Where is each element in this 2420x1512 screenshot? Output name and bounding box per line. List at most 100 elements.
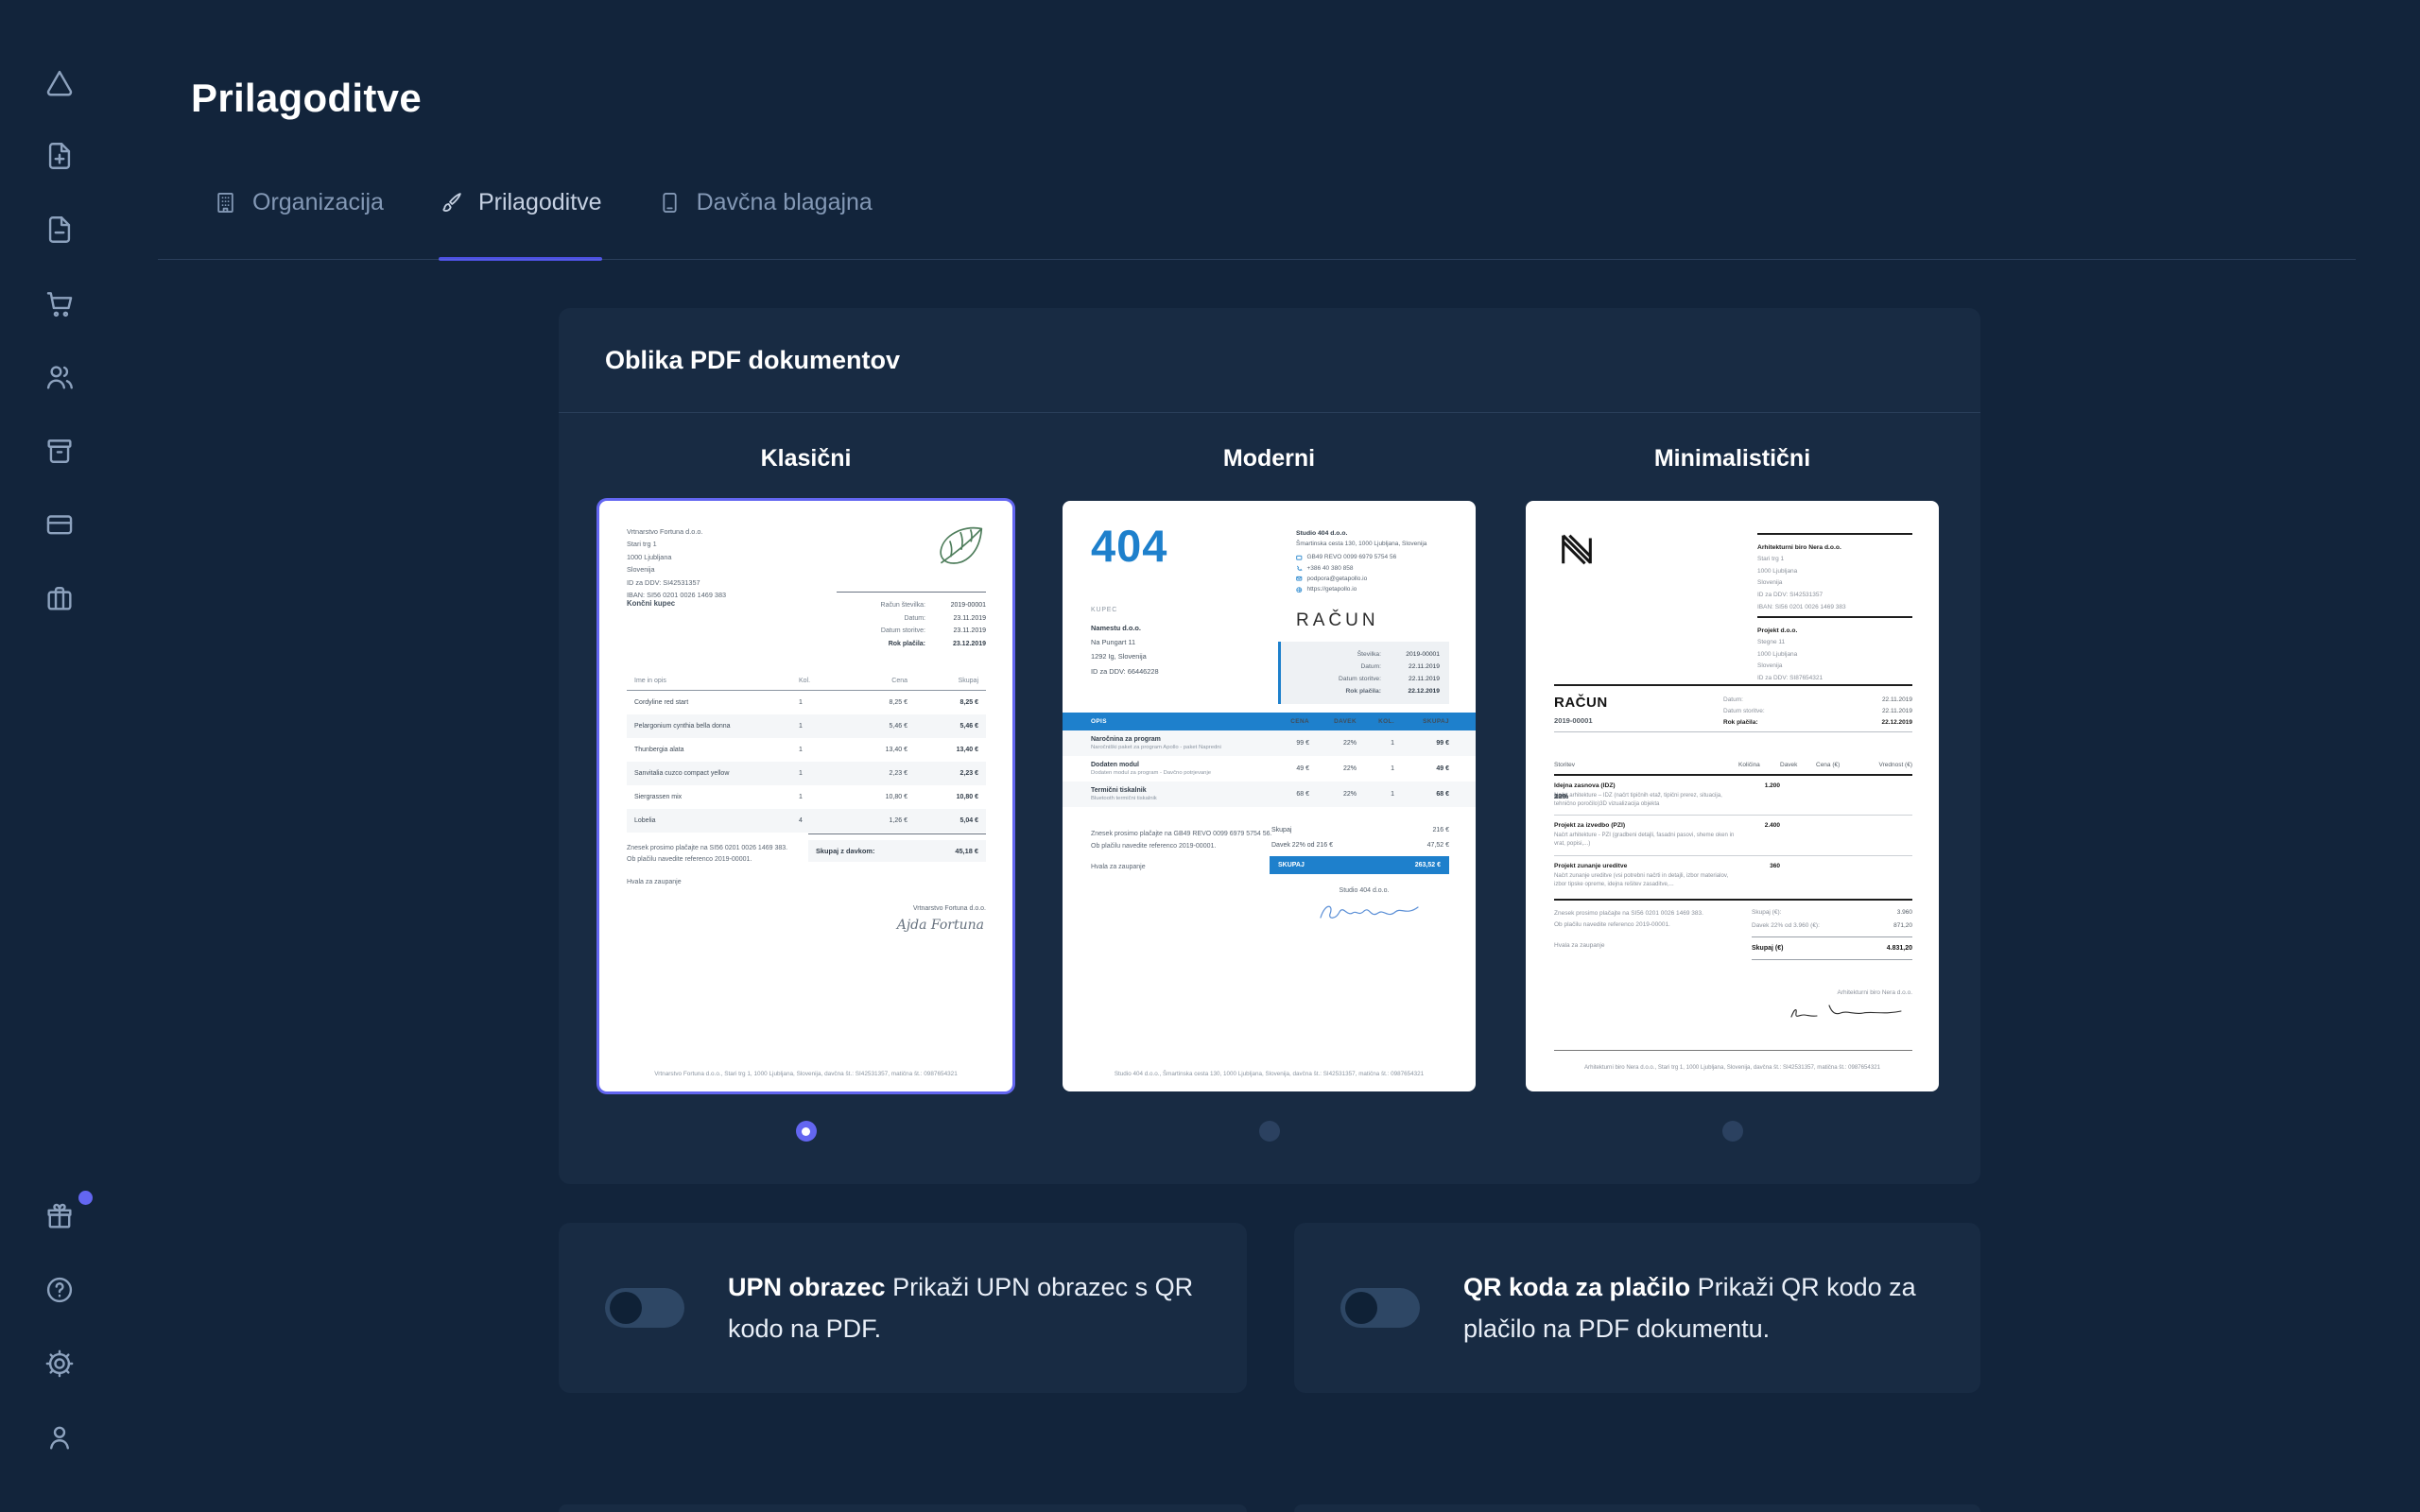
footer-rule [1554, 1050, 1912, 1051]
template-radio[interactable] [1259, 1121, 1280, 1142]
toggle-label: UPN obrazec [728, 1273, 886, 1301]
template-title: Minimalistični [1654, 445, 1810, 472]
invoice-doc-title: RAČUN [1554, 695, 1608, 711]
tab-davcna-blagajna[interactable]: Davčna blagajna [657, 181, 873, 223]
tab-prilagoditve[interactable]: Prilagoditve [439, 181, 602, 223]
tabs: Organizacija Prilagoditve Davčna blagajn… [213, 181, 873, 223]
sidebar [0, 0, 118, 1512]
invoice-meta: Račun številka:2019-00001 Datum:23.11.20… [837, 592, 986, 651]
payment-note: Znesek prosimo plačajte na SI56 0201 002… [627, 843, 787, 888]
template-minimalisticni[interactable]: Minimalistični Arhitekturni biro Nera d.… [1526, 445, 1939, 1142]
help-icon[interactable] [43, 1274, 76, 1306]
template-radio[interactable] [796, 1121, 817, 1142]
template-preview-moderni[interactable]: 404 Studio 404 d.o.o. Šmartinska cesta 1… [1063, 501, 1476, 1091]
qr-toggle-switch[interactable] [1340, 1288, 1420, 1328]
template-title: Klasični [761, 445, 852, 472]
line-items-table: StoritevKoličinaDavekCena (€)Vrednost (€… [1554, 762, 1912, 895]
pdf-format-card: Oblika PDF dokumentov Klasični Vrtnarstv… [559, 308, 1980, 1184]
template-preview-klasicni[interactable]: Vrtnarstvo Fortuna d.o.o.Stari trg 1 100… [599, 501, 1012, 1091]
table-header: Ime in opisKol. CenaSkupaj [627, 675, 986, 691]
template-preview-minimalisticni[interactable]: Arhitekturni biro Nera d.o.o. Stari trg … [1526, 501, 1939, 1091]
invoice-footer: Vrtnarstvo Fortuna d.o.o., Stari trg 1, … [599, 1071, 1012, 1077]
cart-icon[interactable] [43, 287, 76, 319]
page-title: Prilagoditve [191, 76, 422, 121]
table-header: OPISCENADAVEKKOL.SKUPAJ [1063, 713, 1476, 730]
notification-dot [78, 1191, 93, 1205]
signature-script [1315, 898, 1426, 924]
invoice-doc-title: RAČUN [1296, 610, 1379, 631]
invoice-number: 2019-00001 [1554, 715, 1593, 725]
email-icon [1296, 576, 1303, 582]
customer-address: Namestu d.o.o. Na Pungart 11 1292 Ig, Sl… [1091, 621, 1159, 679]
briefcase-icon[interactable] [43, 582, 76, 614]
new-invoice-icon[interactable] [43, 140, 76, 172]
table-row: Naročnina za programNaročniški paket za … [1063, 730, 1476, 756]
credit-note-icon[interactable] [43, 214, 76, 246]
line-items-table: OPISCENADAVEKKOL.SKUPAJ Naročnina za pro… [1063, 713, 1476, 807]
qr-toggle-text: QR koda za plačilo Prikaži QR kodo za pl… [1463, 1266, 1941, 1349]
table-row: Cordyline red start18,25 €8,25 € [627, 691, 986, 714]
credit-card-icon[interactable] [43, 508, 76, 541]
divider [1554, 899, 1912, 901]
template-list: Klasični Vrtnarstvo Fortuna d.o.o.Stari … [559, 413, 1980, 1142]
table-header: StoritevKoličinaDavekCena (€)Vrednost (€… [1554, 762, 1912, 776]
thanks-note: Hvala za zaupanje [1091, 862, 1271, 874]
doc-title-bar: RAČUN 2019-00001 Datum:22.11.2019 Datum … [1554, 684, 1912, 732]
globe-icon [1296, 587, 1303, 593]
upn-toggle-text: UPN obrazec Prikaži UPN obrazec s QR kod… [728, 1266, 1207, 1349]
customers-icon[interactable] [43, 361, 76, 393]
total-box: Skupaj z davkom:45,18 € [808, 833, 986, 862]
tab-label: Prilagoditve [478, 189, 602, 216]
signature-company: Studio 404 d.o.o. [1298, 887, 1430, 894]
upn-toggle-switch[interactable] [605, 1288, 684, 1328]
table-row: Siergrassen mix110,80 €10,80 € [627, 785, 986, 809]
gift-icon[interactable] [43, 1200, 76, 1232]
invoice-meta: Številka:2019-00001 Datum:22.11.2019 Dat… [1278, 642, 1449, 704]
table-row: Lobelia41,26 €5,04 € [627, 809, 986, 833]
building-icon [213, 190, 238, 215]
customer-address: Projekt d.o.o. Stegne 111000 Ljubljana S… [1757, 616, 1912, 685]
pdf-card-title: Oblika PDF dokumentov [559, 308, 1980, 413]
bank-icon [1296, 555, 1303, 561]
phone-icon [1296, 565, 1303, 572]
payment-note: Znesek prosimo plačajte na GB49 REVO 009… [1091, 829, 1271, 874]
toggle-label: QR koda za plačilo [1463, 1273, 1690, 1301]
customer-label: Končni kupec [627, 599, 675, 608]
tab-label: Organizacija [252, 189, 384, 216]
app-logo-triangle-icon[interactable] [43, 66, 76, 98]
brush-icon [439, 190, 464, 215]
leaf-logo-icon [933, 524, 986, 571]
signature-script: Ajda Fortuna [897, 918, 984, 933]
archive-icon[interactable] [43, 435, 76, 467]
grand-total-bar: SKUPAJ263,52 € [1270, 856, 1449, 874]
next-card-stub-left [559, 1504, 1247, 1512]
qr-toggle-card: QR koda za plačilo Prikaži QR kodo za pl… [1294, 1223, 1980, 1393]
upn-toggle-card: UPN obrazec Prikaži UPN obrazec s QR kod… [559, 1223, 1247, 1393]
invoice-footer: Arhitekturni biro Nera d.o.o., Stari trg… [1526, 1064, 1939, 1071]
seller-address: Arhitekturni biro Nera d.o.o. Stari trg … [1757, 533, 1912, 613]
invoice-meta: Datum:22.11.2019 Datum storitve:22.11.20… [1723, 695, 1912, 729]
template-title: Moderni [1223, 445, 1315, 472]
toggle-knob [610, 1292, 642, 1324]
tab-label: Davčna blagajna [697, 189, 873, 216]
register-icon [657, 190, 683, 215]
invoice-footer: Studio 404 d.o.o., Šmartinska cesta 130,… [1063, 1071, 1476, 1077]
thanks-note: Hvala za zaupanje [1554, 940, 1703, 952]
template-moderni[interactable]: Moderni 404 Studio 404 d.o.o. Šmartinska… [1063, 445, 1476, 1142]
toggle-knob [1345, 1292, 1377, 1324]
settings-gear-icon[interactable] [43, 1348, 76, 1380]
seller-address: Vrtnarstvo Fortuna d.o.o.Stari trg 1 100… [627, 525, 726, 602]
payment-note: Znesek prosimo plačajte na SI56 0201 002… [1554, 908, 1703, 952]
next-card-stub-right [1294, 1504, 1980, 1512]
profile-icon[interactable] [43, 1421, 76, 1453]
table-row: Thunbergia alata113,40 €13,40 € [627, 738, 986, 762]
logo-404: 404 [1091, 520, 1167, 572]
tab-organizacija[interactable]: Organizacija [213, 181, 384, 223]
template-klasicni[interactable]: Klasični Vrtnarstvo Fortuna d.o.o.Stari … [599, 445, 1012, 1142]
signature-company: Vrtnarstvo Fortuna d.o.o. [913, 905, 986, 912]
table-row: Projekt za izvedbo (PZI)Načrt arhitektur… [1554, 816, 1912, 855]
totals: Skupaj216 € Davek 22% od 216 €47,52 € [1271, 823, 1449, 853]
template-radio[interactable] [1722, 1121, 1743, 1142]
totals: Skupaj (€):3.960 Davek 22% od 3.960 (€):… [1752, 906, 1912, 964]
thanks-note: Hvala za zaupanje [627, 877, 787, 888]
